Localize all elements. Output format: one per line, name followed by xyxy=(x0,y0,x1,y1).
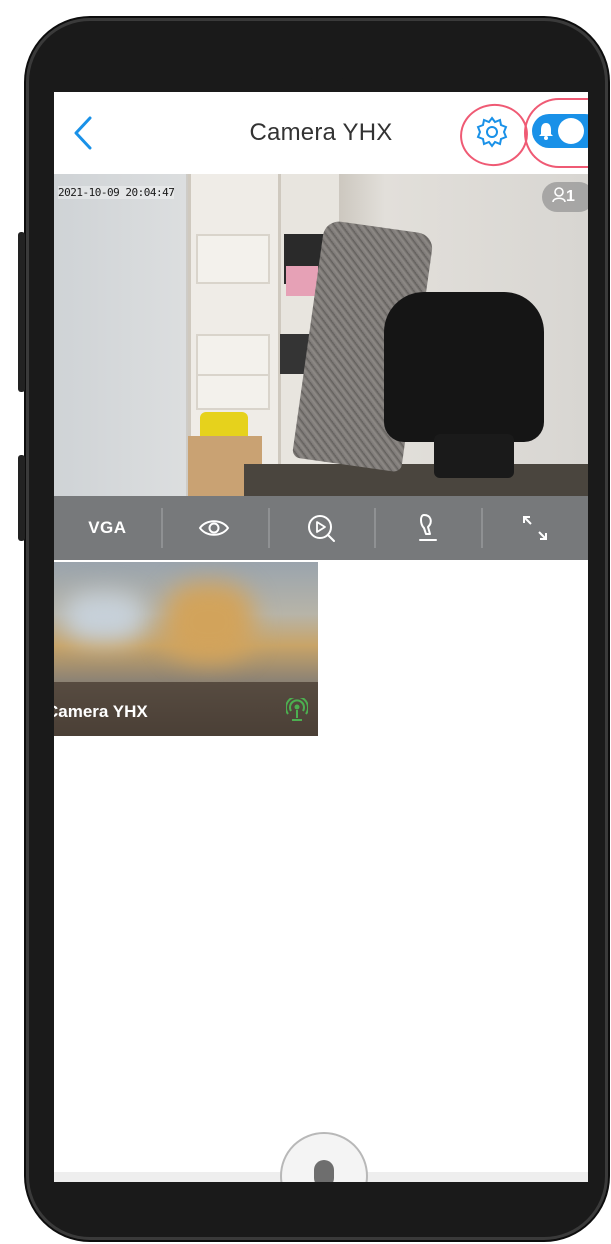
storage-box xyxy=(196,334,270,378)
microphone-icon xyxy=(314,1160,334,1182)
view-button[interactable] xyxy=(160,496,268,560)
device-name: Camera YHX xyxy=(54,702,148,721)
thumbnail-blur xyxy=(164,582,254,662)
device-thumbnail[interactable]: Camera YHX xyxy=(54,562,318,736)
toggle-knob xyxy=(558,118,584,144)
live-video[interactable]: 2021-10-09 20:04:47 1 xyxy=(54,174,588,496)
intercom-icon xyxy=(418,514,437,541)
top-bar: Camera YHX xyxy=(54,92,588,172)
intercom-button[interactable] xyxy=(374,496,481,560)
eye-icon xyxy=(198,520,230,536)
bell-icon xyxy=(539,123,553,140)
viewer-count: 1 xyxy=(566,188,575,205)
chair xyxy=(384,292,544,442)
viewer-count-badge: 1 xyxy=(542,182,588,212)
floor xyxy=(244,464,588,496)
thumbnail-blur xyxy=(64,592,144,642)
resolution-label: VGA xyxy=(88,518,127,537)
storage-box xyxy=(196,234,270,284)
chair-base xyxy=(434,434,514,478)
playback-button[interactable] xyxy=(267,496,375,560)
gear-icon xyxy=(476,116,508,148)
app-screen: Camera YHX 2021-10-09 20:04:47 1 VGA Cam… xyxy=(54,92,588,1182)
video-control-bar: VGA xyxy=(54,496,588,560)
power-button xyxy=(18,455,25,541)
alarm-toggle[interactable] xyxy=(532,114,588,148)
storage-box xyxy=(196,374,270,410)
timestamp: 2021-10-09 20:04:47 xyxy=(58,186,175,199)
fullscreen-button[interactable] xyxy=(481,496,588,560)
microphone-button[interactable] xyxy=(280,1132,368,1182)
resolution-button[interactable]: VGA xyxy=(54,496,161,560)
volume-button xyxy=(18,232,25,392)
fullscreen-icon xyxy=(522,516,547,540)
playback-icon xyxy=(307,515,335,542)
user-icon xyxy=(552,187,566,203)
wall-left xyxy=(54,174,186,496)
online-signal-icon xyxy=(286,698,308,721)
settings-button[interactable] xyxy=(474,114,510,150)
pink-box xyxy=(286,266,318,296)
